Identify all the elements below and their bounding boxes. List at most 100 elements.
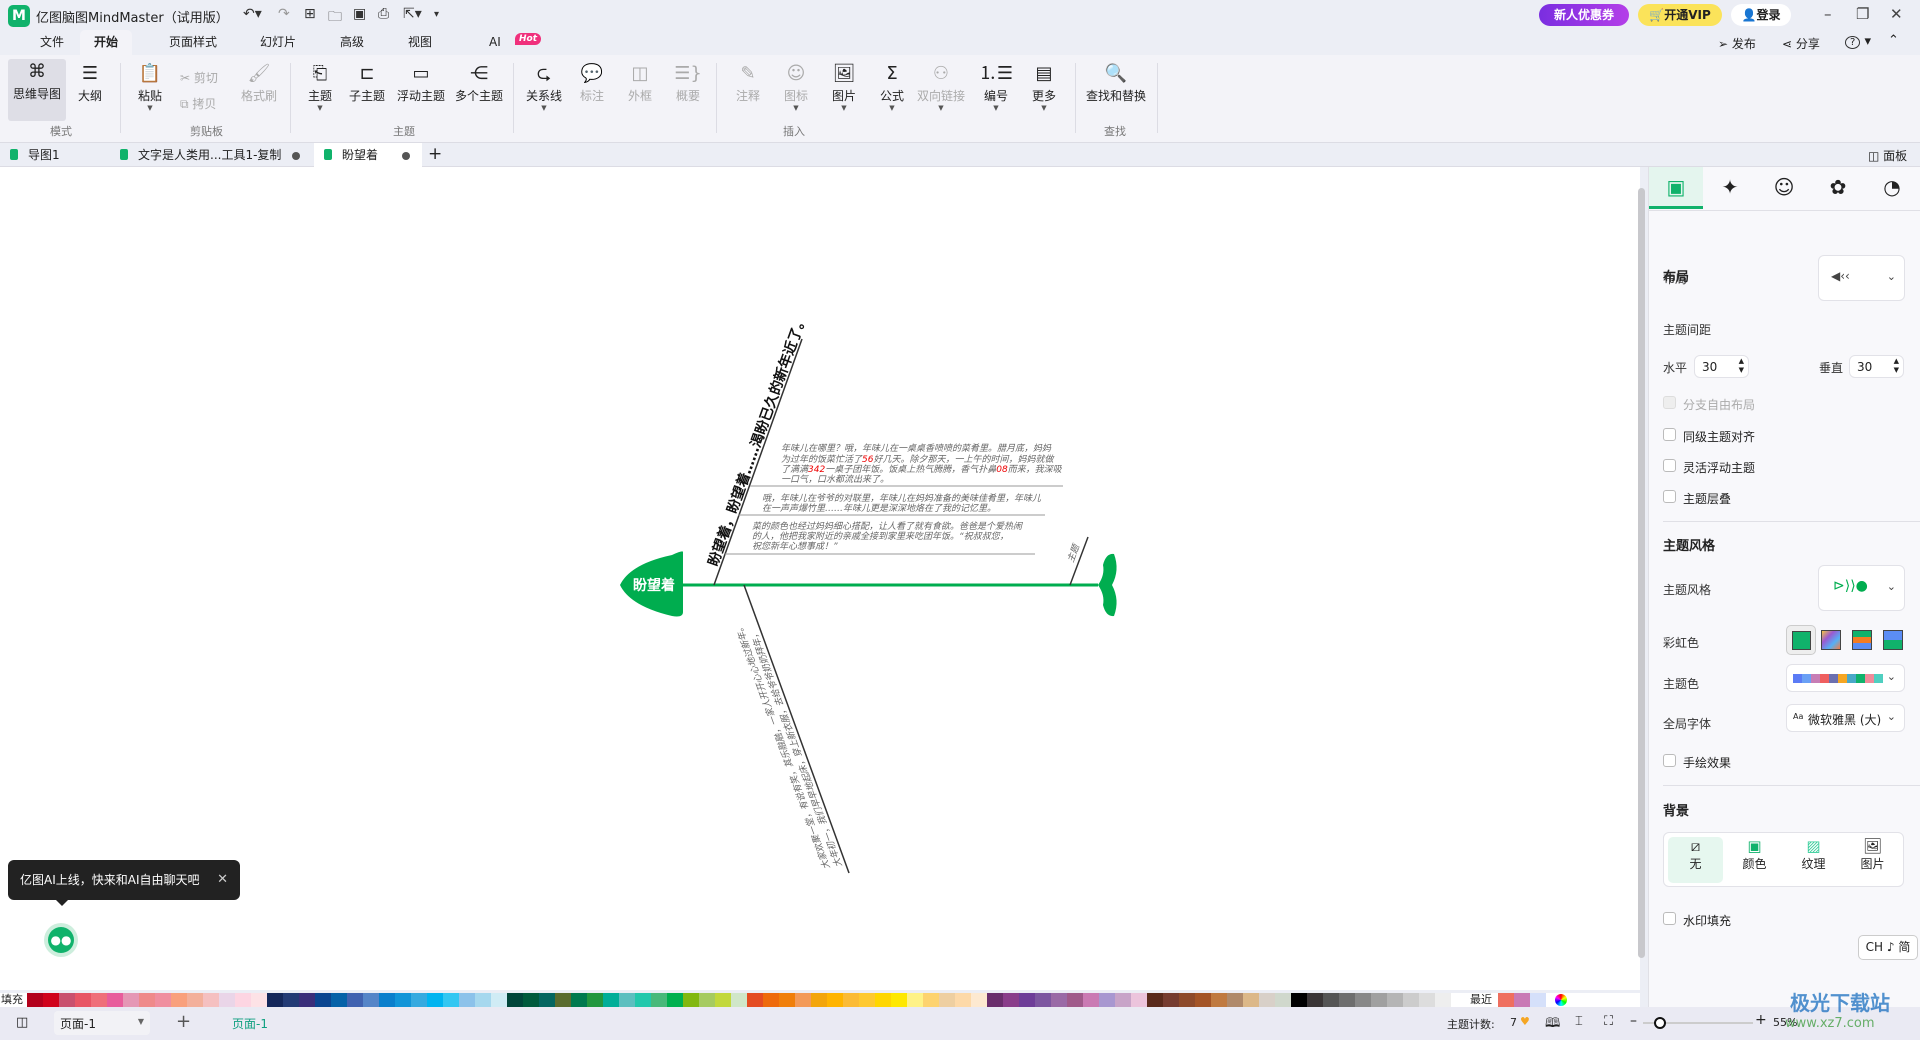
color-swatch[interactable] <box>507 993 523 1007</box>
copy-button[interactable]: ⧉ 拷贝 <box>180 95 216 112</box>
watermark-checkbox[interactable] <box>1663 912 1676 925</box>
color-swatch[interactable] <box>27 993 43 1007</box>
tab-view[interactable]: 视图 <box>394 30 446 55</box>
color-swatch[interactable] <box>475 993 491 1007</box>
share-button[interactable]: ⋖ 分享 <box>1782 35 1820 52</box>
color-swatch[interactable] <box>1275 993 1291 1007</box>
promo-coupon-button[interactable]: 新人优惠券 <box>1539 4 1629 26</box>
rainbow-option-4[interactable] <box>1883 630 1903 650</box>
recent-color-swatch[interactable] <box>1530 993 1546 1007</box>
zoom-out-icon[interactable]: – <box>1630 1013 1637 1029</box>
vertical-spacing-input[interactable]: 30 ▲ ▼ <box>1849 355 1904 378</box>
color-swatch[interactable] <box>779 993 795 1007</box>
subtopic-2[interactable]: 哦，年味儿在爷爷的对联里，年味儿在妈妈准备的美味佳肴里，年味儿 在一声声爆竹里…… <box>762 493 1042 514</box>
floating-topic-button[interactable]: ▭ 浮动主题 <box>393 61 449 104</box>
color-swatch[interactable] <box>1131 993 1147 1007</box>
color-swatch[interactable] <box>731 993 747 1007</box>
topic-overlap-checkbox[interactable] <box>1663 490 1676 503</box>
color-swatch[interactable] <box>763 993 779 1007</box>
customize-toolbar-icon[interactable]: ▾ <box>434 9 439 20</box>
vertical-scrollbar[interactable] <box>1638 188 1645 958</box>
color-swatch[interactable] <box>235 993 251 1007</box>
color-swatch[interactable] <box>1035 993 1051 1007</box>
color-swatch[interactable] <box>827 993 843 1007</box>
hand-drawn-checkbox[interactable] <box>1663 754 1676 767</box>
tab-ai[interactable]: AI Hot <box>475 30 545 55</box>
color-swatch[interactable] <box>1323 993 1339 1007</box>
color-swatch[interactable] <box>619 993 635 1007</box>
stepper-icon[interactable]: ▲ ▼ <box>1894 357 1899 375</box>
page-panel-icon[interactable]: ◫ <box>16 1015 28 1030</box>
new-file-icon[interactable]: ⊞ <box>304 6 316 22</box>
bg-texture-button[interactable]: ▨ 纹理 <box>1786 837 1841 883</box>
color-swatch[interactable] <box>587 993 603 1007</box>
color-swatch[interactable] <box>1227 993 1243 1007</box>
central-topic[interactable]: 盼望着 <box>633 577 675 594</box>
tab-page-style[interactable]: 页面样式 <box>155 30 231 55</box>
doc-tab-2[interactable]: 文字是人类用...工具1-复制 <box>110 143 312 167</box>
color-swatch[interactable] <box>571 993 587 1007</box>
icon-button[interactable]: ☺ 图标 ▼ <box>771 61 821 112</box>
color-swatch[interactable] <box>107 993 123 1007</box>
color-swatch[interactable] <box>1179 993 1195 1007</box>
bg-none-button[interactable]: ⧄ 无 <box>1668 837 1723 883</box>
outline-mode-button[interactable]: ☰ 大纲 <box>65 61 115 104</box>
open-folder-icon[interactable]: 🗀 <box>328 6 342 30</box>
doc-tab-3[interactable]: 盼望着 <box>314 143 422 167</box>
boundary-button[interactable]: ◫ 外框 <box>615 61 665 104</box>
color-swatch[interactable] <box>1211 993 1227 1007</box>
zoom-slider-thumb[interactable] <box>1654 1017 1667 1029</box>
page-select[interactable]: 页面-1 ▼ <box>54 1011 150 1035</box>
panel-tab-ai[interactable]: ✦ <box>1703 167 1757 209</box>
topic-style-dropdown[interactable]: ⊳⟩⟩● ⌄ <box>1818 565 1905 611</box>
doc-tab-1[interactable]: 导图1 <box>0 143 108 167</box>
color-swatch[interactable] <box>955 993 971 1007</box>
color-swatch[interactable] <box>1259 993 1275 1007</box>
color-swatch[interactable] <box>331 993 347 1007</box>
color-swatch[interactable] <box>987 993 1003 1007</box>
bg-picture-button[interactable]: 🖼 图片 <box>1845 837 1900 883</box>
color-swatch[interactable] <box>1083 993 1099 1007</box>
close-icon[interactable]: ✕ <box>217 860 228 900</box>
callout-button[interactable]: 💬 标注 <box>567 61 617 104</box>
color-swatch[interactable] <box>907 993 923 1007</box>
help-button[interactable]: ? ▾ <box>1845 34 1871 49</box>
add-page-icon[interactable]: + <box>176 1011 191 1032</box>
color-swatch[interactable] <box>1115 993 1131 1007</box>
note-button[interactable]: ✎ 注释 <box>723 61 773 104</box>
color-swatch[interactable] <box>1419 993 1435 1007</box>
stepper-icon[interactable]: ▲ ▼ <box>1739 357 1744 375</box>
print-icon[interactable]: ⎙ <box>378 6 389 22</box>
picture-button[interactable]: 🖼 图片 ▼ <box>819 61 869 112</box>
color-swatch[interactable] <box>123 993 139 1007</box>
color-swatch[interactable] <box>1291 993 1307 1007</box>
find-replace-button[interactable]: 🔍 查找和替换 <box>1080 61 1152 104</box>
panel-toggle-button[interactable]: ◫ 面板 <box>1868 147 1907 164</box>
color-swatch[interactable] <box>427 993 443 1007</box>
color-swatch[interactable] <box>155 993 171 1007</box>
vip-button[interactable]: 🛒开通VIP <box>1638 4 1722 26</box>
rainbow-option-2[interactable] <box>1821 630 1841 650</box>
subtopic-button[interactable]: ⊏ 子主题 <box>342 61 392 104</box>
topic-button[interactable]: ⎗ 主题 ▼ <box>295 61 345 112</box>
color-swatch[interactable] <box>187 993 203 1007</box>
color-swatch[interactable] <box>603 993 619 1007</box>
page-tab[interactable]: 页面-1 <box>232 1015 268 1032</box>
close-icon[interactable]: ✕ <box>1890 5 1903 23</box>
color-swatch[interactable] <box>683 993 699 1007</box>
color-swatch[interactable] <box>1307 993 1323 1007</box>
color-swatch[interactable] <box>1339 993 1355 1007</box>
color-swatch[interactable] <box>539 993 555 1007</box>
zoom-slider[interactable] <box>1643 1017 1753 1029</box>
align-siblings-checkbox[interactable] <box>1663 428 1676 441</box>
panel-tab-style[interactable]: ▣ <box>1649 167 1703 209</box>
mindmap-mode-button[interactable]: ⌘ 思维导图 <box>8 59 66 121</box>
color-swatch[interactable] <box>795 993 811 1007</box>
color-swatch[interactable] <box>411 993 427 1007</box>
layout-dropdown[interactable]: ◀‹‹ ⌄ <box>1818 255 1905 301</box>
color-swatch[interactable] <box>1147 993 1163 1007</box>
maximize-icon[interactable]: ❐ <box>1856 5 1869 23</box>
color-swatch[interactable] <box>75 993 91 1007</box>
color-swatch[interactable] <box>1355 993 1371 1007</box>
color-swatch[interactable] <box>923 993 939 1007</box>
